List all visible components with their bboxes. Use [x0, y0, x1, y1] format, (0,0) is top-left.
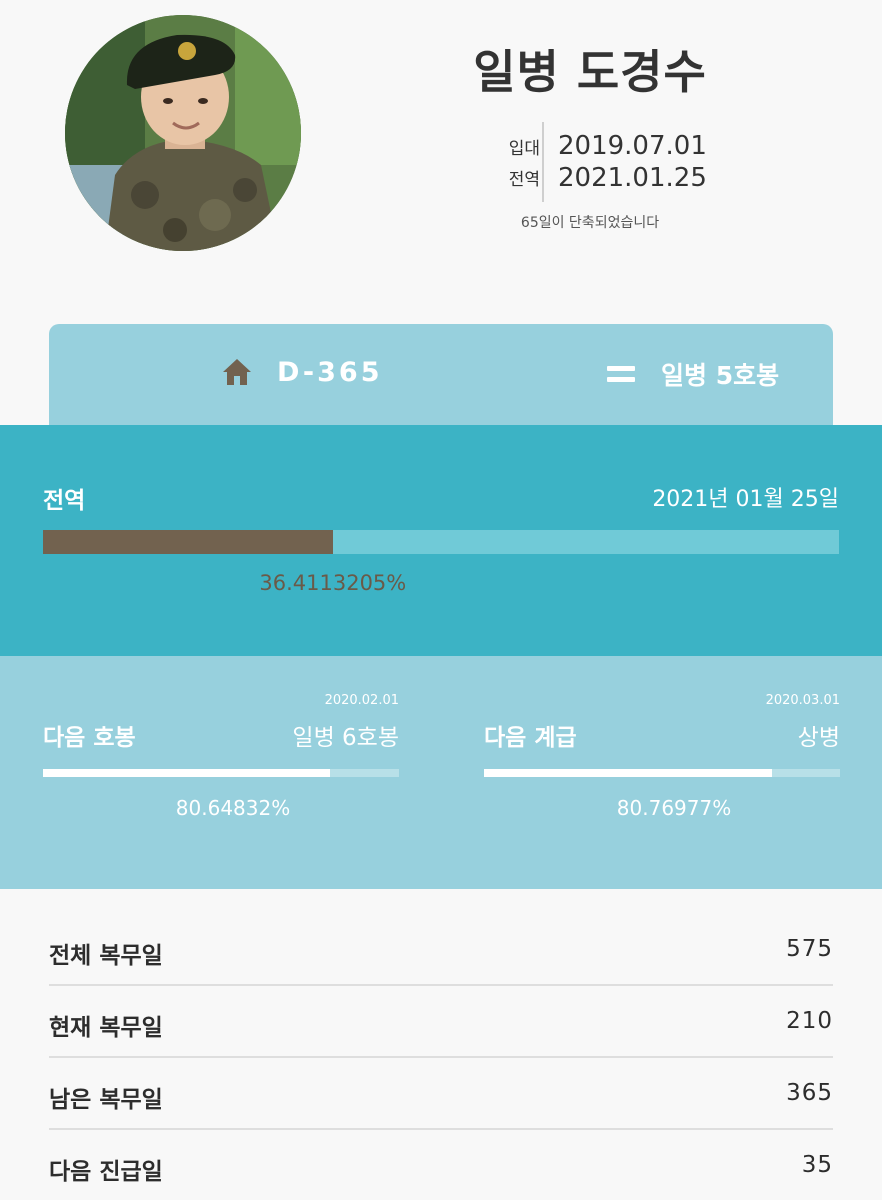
current-rank-label: 일병 5호봉 — [661, 361, 780, 390]
summary-card: D-365 일병 5호봉 — [49, 324, 833, 428]
list-item: 다음 진급일 35 — [49, 1130, 833, 1200]
next-rank-title: 다음 계급 — [484, 725, 577, 751]
list-item: 현재 복무일 210 — [49, 986, 833, 1058]
stat-label: 남은 복무일 — [49, 1087, 163, 1113]
next-pay-progress-bar — [43, 769, 399, 777]
discharge-date: 2021.01.25 — [558, 163, 707, 193]
shortened-notice: 65일이 단축되었습니다 — [520, 215, 660, 231]
enlist-date: 2019.07.01 — [558, 131, 707, 161]
next-rank-value: 상병 — [797, 725, 840, 751]
current-rank-display[interactable]: 일병 5호봉 — [607, 356, 779, 392]
stat-value: 365 — [786, 1080, 833, 1106]
discharge-label: 전역 — [508, 170, 540, 190]
discharge-progress-bar — [43, 530, 839, 554]
next-rank-progress-bar — [484, 769, 840, 777]
home-icon — [223, 359, 251, 385]
profile-photo — [65, 15, 301, 251]
enlist-label: 입대 — [508, 139, 540, 159]
equals-icon — [607, 365, 635, 383]
stat-value: 575 — [786, 936, 833, 962]
next-pay-title: 다음 호봉 — [43, 725, 136, 751]
dday-label: D-365 — [277, 356, 383, 388]
stat-label: 전체 복무일 — [49, 943, 163, 969]
stat-label: 현재 복무일 — [49, 1015, 163, 1041]
next-rank-progress-fill — [484, 769, 772, 777]
next-pay-progress-fill — [43, 769, 331, 777]
discharge-percent: 36.4113205% — [259, 571, 407, 595]
next-pay-value: 일병 6호봉 — [292, 725, 399, 751]
stat-label: 다음 진급일 — [49, 1159, 163, 1185]
discharge-title: 전역 — [43, 488, 86, 514]
next-rank-date: 2020.03.01 — [765, 693, 840, 708]
next-pay-date: 2020.02.01 — [324, 693, 399, 708]
discharge-section: 전역 2021년 01월 25일 36.4113205% — [0, 425, 882, 656]
dday-display[interactable]: D-365 — [221, 356, 382, 388]
next-rank-percent: 80.76977% — [616, 796, 732, 820]
list-item: 전체 복무일 575 — [49, 914, 833, 986]
service-dates: 입대 전역 2019.07.01 2021.01.25 — [470, 120, 730, 204]
discharge-progress-fill — [43, 530, 333, 554]
stat-value: 35 — [801, 1152, 833, 1178]
next-pay-grade: 2020.02.01 다음 호봉 일병 6호봉 80.64832% — [43, 656, 399, 889]
next-rank: 2020.03.01 다음 계급 상병 80.76977% — [484, 656, 840, 889]
discharge-full-date: 2021년 01월 25일 — [652, 487, 839, 512]
dates-divider — [542, 122, 544, 202]
service-stats-list: 전체 복무일 575 현재 복무일 210 남은 복무일 365 다음 진급일 … — [49, 914, 833, 1200]
next-pay-percent: 80.64832% — [175, 796, 291, 820]
soldier-name: 일병 도경수 — [473, 45, 707, 99]
list-item: 남은 복무일 365 — [49, 1058, 833, 1130]
next-steps-section: 2020.02.01 다음 호봉 일병 6호봉 80.64832% 2020.0… — [0, 656, 882, 889]
stat-value: 210 — [786, 1008, 833, 1034]
